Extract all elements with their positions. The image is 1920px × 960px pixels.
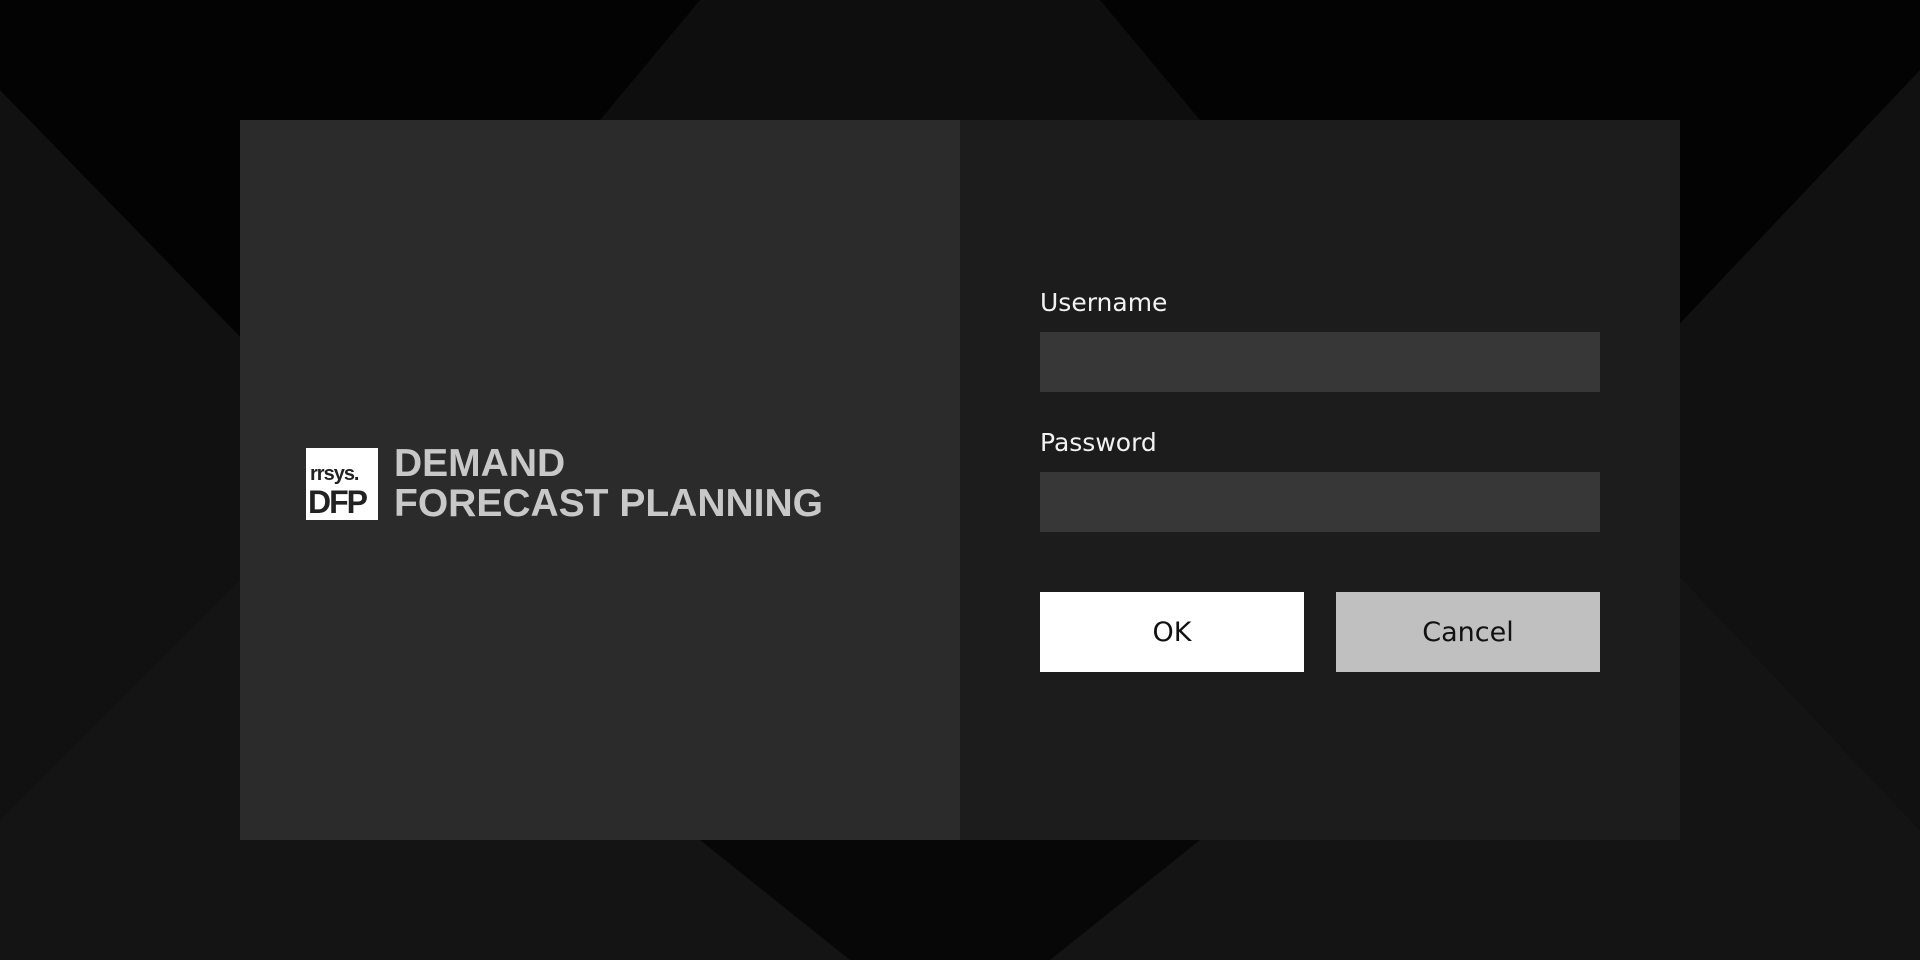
logo-product-text: DFP [308, 484, 368, 520]
password-input[interactable] [1040, 472, 1600, 532]
brand-panel: rrsys. DFP DEMAND FORECAST PLANNING [240, 120, 960, 840]
logo-company-text: rrsys. [310, 463, 359, 485]
username-input[interactable] [1040, 332, 1600, 392]
product-logo: rrsys. DFP [306, 448, 378, 520]
cancel-button[interactable]: Cancel [1336, 592, 1600, 672]
product-title-line-1: DEMAND [394, 442, 566, 485]
username-label: Username [1040, 288, 1168, 317]
ok-button[interactable]: OK [1040, 592, 1304, 672]
password-label: Password [1040, 428, 1157, 457]
login-form: Username Password OK Cancel [960, 120, 1680, 840]
login-screen: rrsys. DFP DEMAND FORECAST PLANNING User… [0, 0, 1920, 960]
product-branding: rrsys. DFP DEMAND FORECAST PLANNING [306, 444, 823, 524]
product-title: DEMAND FORECAST PLANNING [394, 444, 823, 524]
login-dialog: rrsys. DFP DEMAND FORECAST PLANNING User… [240, 120, 1680, 840]
product-title-line-2: FORECAST PLANNING [394, 482, 823, 525]
